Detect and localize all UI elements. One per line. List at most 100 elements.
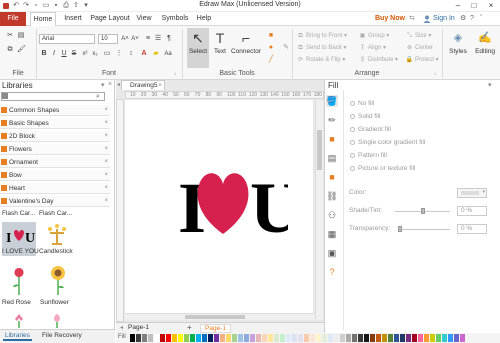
highlight-icon[interactable]: ▰ xyxy=(152,50,160,58)
document-tab[interactable]: Drawing5 × xyxy=(121,80,165,90)
text-tool-button[interactable]: T Text xyxy=(209,28,231,68)
horizontal-scrollbar[interactable] xyxy=(125,313,315,320)
color-swatch[interactable] xyxy=(364,334,369,342)
fill-option-picture-texture[interactable]: Picture or texture fill xyxy=(350,164,415,174)
vertical-scrollbar[interactable] xyxy=(315,100,323,320)
category-close-icon[interactable]: × xyxy=(104,118,108,129)
library-category-common-shapes[interactable]: Common Shapes × xyxy=(0,105,110,116)
color-swatch[interactable] xyxy=(154,334,159,342)
color-swatch[interactable] xyxy=(226,334,231,342)
color-swatch[interactable] xyxy=(196,334,201,342)
size-button[interactable]: ⤡ Size ▾ xyxy=(405,31,441,41)
tab-libraries[interactable]: Libraries xyxy=(3,332,32,341)
tab-menu-icon[interactable]: ◂ xyxy=(117,81,120,88)
color-swatch[interactable] xyxy=(388,334,393,342)
library-search-icon[interactable]: ⌕ xyxy=(96,92,100,101)
maximize-button[interactable]: □ xyxy=(467,0,481,12)
libraries-close-icon[interactable]: × xyxy=(108,81,112,88)
color-swatch[interactable] xyxy=(358,334,363,342)
libraries-pin-icon[interactable]: ▾ xyxy=(101,81,105,89)
layer-pane-icon[interactable]: ■ xyxy=(326,171,338,183)
color-swatch[interactable] xyxy=(148,334,153,342)
fill-option-solid-fill[interactable]: Solid fill xyxy=(350,112,380,122)
category-close-icon[interactable]: × xyxy=(104,131,108,142)
category-close-icon[interactable]: × xyxy=(104,196,108,207)
comment-pane-icon[interactable]: ▣ xyxy=(326,247,338,259)
color-swatch[interactable] xyxy=(256,334,261,342)
distribute-button[interactable]: ⫼ Distribute ▾ xyxy=(358,55,406,65)
color-swatch[interactable] xyxy=(412,334,417,342)
transparency-slider-knob[interactable] xyxy=(398,226,402,232)
color-swatch[interactable] xyxy=(184,334,189,342)
bring-to-front-button[interactable]: ⧉ Bring to Front ▾ xyxy=(296,31,366,41)
scrollbar-thumb[interactable] xyxy=(317,130,322,170)
add-page-icon[interactable]: + xyxy=(187,323,192,332)
color-swatch[interactable] xyxy=(166,334,171,342)
pen-tool-icon[interactable]: ✎ xyxy=(282,44,290,52)
category-close-icon[interactable]: × xyxy=(104,105,108,116)
font-color-icon[interactable]: A xyxy=(140,50,148,58)
rectangle-shape-icon[interactable]: ■ xyxy=(267,32,275,40)
fill-option-pattern-fill[interactable]: Pattern fill xyxy=(350,151,387,161)
library-category-bow[interactable]: Bow × xyxy=(0,170,110,181)
color-swatch[interactable] xyxy=(160,334,165,342)
library-category-2d-block[interactable]: 2D Block × xyxy=(0,131,110,142)
superscript-icon[interactable]: x² xyxy=(81,50,89,58)
shape-thumb-flower[interactable] xyxy=(42,312,72,328)
bold-icon[interactable]: B xyxy=(40,50,48,58)
strikethrough-icon[interactable]: S xyxy=(70,50,78,58)
image-pane-icon[interactable]: ▤ xyxy=(326,152,338,164)
menu-page-layout[interactable]: Page Layout xyxy=(89,12,131,26)
color-swatch[interactable] xyxy=(370,334,375,342)
font-size-combo[interactable]: 10 xyxy=(98,34,118,44)
shape-thumb-sunflower[interactable]: Sunflower xyxy=(40,262,76,310)
shape-thumb-tulip[interactable] xyxy=(4,312,34,328)
color-swatch[interactable] xyxy=(268,334,273,342)
transparency-input[interactable]: 0 % xyxy=(457,224,487,234)
file-menu-button[interactable]: File xyxy=(0,12,26,26)
hscrollbar-thumb[interactable] xyxy=(185,315,245,319)
font-name-combo[interactable]: Arial xyxy=(39,34,95,44)
color-swatch[interactable] xyxy=(340,334,345,342)
connector-tool-button[interactable]: ⌐ Connector xyxy=(231,28,261,68)
grow-font-icon[interactable]: A˄ xyxy=(121,35,129,43)
shape-thumb-red-rose[interactable]: Red Rose xyxy=(2,262,36,310)
bullets-icon[interactable]: ☰ xyxy=(154,35,162,43)
shrink-font-icon[interactable]: A˅ xyxy=(131,35,139,43)
color-swatch[interactable] xyxy=(274,334,279,342)
color-swatch[interactable] xyxy=(190,334,195,342)
share-icon[interactable]: ⇆ xyxy=(409,15,417,23)
note-pane-icon[interactable]: ▦ xyxy=(326,228,338,240)
color-swatch[interactable] xyxy=(418,334,423,342)
attachment-pane-icon[interactable]: ⚇ xyxy=(326,209,338,221)
minimize-button[interactable]: – xyxy=(451,0,465,12)
color-swatch[interactable] xyxy=(352,334,357,342)
text-align-icon[interactable]: ≡ xyxy=(144,35,152,43)
color-swatch[interactable] xyxy=(400,334,405,342)
color-swatch[interactable] xyxy=(406,334,411,342)
menu-symbols[interactable]: Symbols xyxy=(160,12,190,26)
text-case-icon[interactable]: Aa xyxy=(164,50,172,58)
color-swatch[interactable] xyxy=(142,334,147,342)
color-swatch[interactable] xyxy=(238,334,243,342)
settings-gear-icon[interactable]: ⚙ xyxy=(460,15,466,23)
font-dialog-launcher-icon[interactable]: ⌟ xyxy=(174,70,176,76)
group-button[interactable]: ▣ Group ▾ xyxy=(358,31,398,41)
hyperlink-pane-icon[interactable]: ⛓ xyxy=(326,190,338,202)
library-category-valentines-day[interactable]: Valentine's Day × xyxy=(0,196,110,207)
color-swatch[interactable] xyxy=(298,334,303,342)
color-swatch[interactable] xyxy=(220,334,225,342)
library-search-input[interactable] xyxy=(1,92,105,101)
color-swatch[interactable] xyxy=(280,334,285,342)
menu-home[interactable]: Home xyxy=(30,12,56,27)
ellipse-shape-icon[interactable]: ● xyxy=(267,44,275,52)
sign-in-link[interactable]: Sign In xyxy=(433,12,457,26)
color-swatch[interactable] xyxy=(214,334,219,342)
color-swatch[interactable] xyxy=(250,334,255,342)
color-swatch[interactable] xyxy=(316,334,321,342)
color-swatch[interactable] xyxy=(244,334,249,342)
color-swatch[interactable] xyxy=(262,334,267,342)
color-swatch[interactable] xyxy=(136,334,141,342)
color-swatch[interactable] xyxy=(346,334,351,342)
color-swatch[interactable] xyxy=(442,334,447,342)
